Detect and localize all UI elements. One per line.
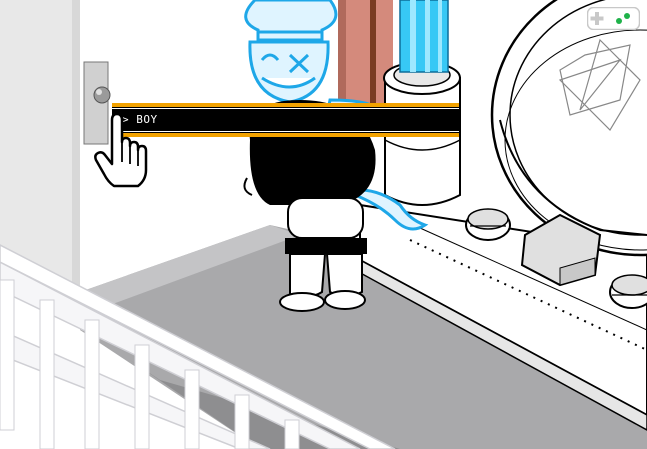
left-wall-side	[72, 0, 80, 295]
hand-pointer-icon	[94, 112, 148, 188]
tooltip-inner-line-bottom	[112, 131, 459, 132]
platform-knob-right[interactable]	[609, 274, 647, 309]
platform-knob-left[interactable]	[465, 208, 511, 241]
game-scene	[0, 0, 647, 449]
tooltip-inner-line-top	[112, 108, 459, 109]
hover-tooltip: > BOY	[112, 103, 459, 137]
gamepad-icon[interactable]	[587, 7, 640, 30]
